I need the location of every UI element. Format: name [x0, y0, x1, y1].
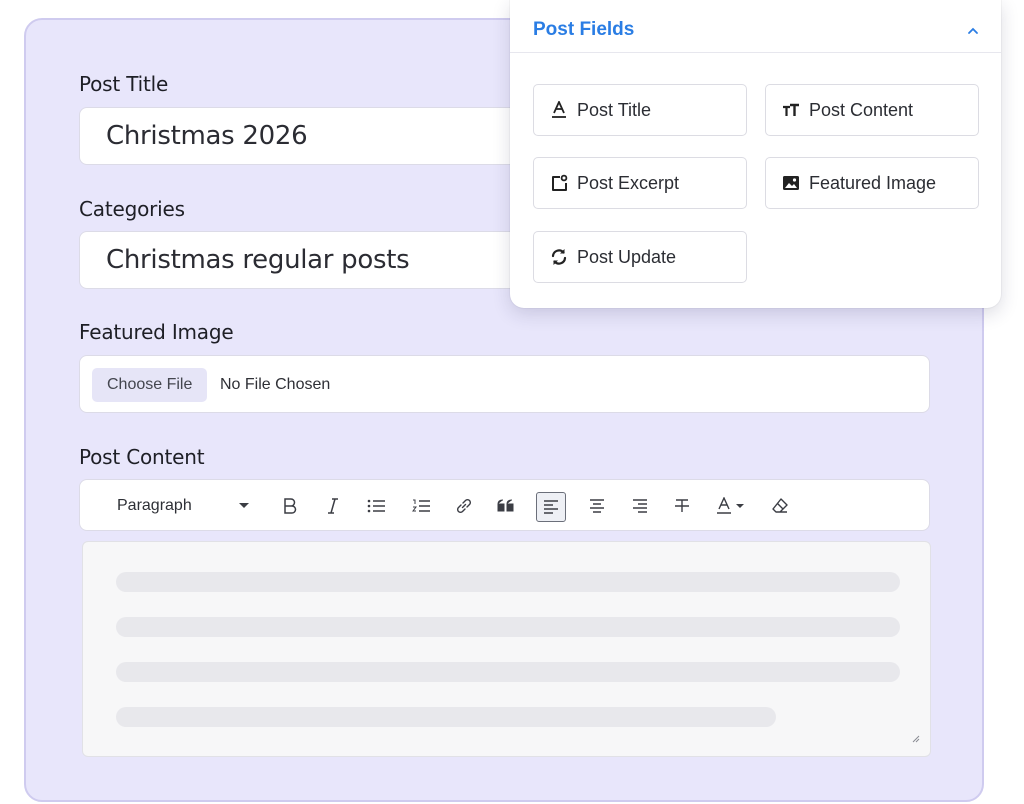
categories-label: Categories: [79, 197, 185, 221]
no-file-text: No File Chosen: [220, 376, 331, 393]
clear-format-icon[interactable]: [768, 480, 792, 532]
post-excerpt-field-button[interactable]: Post Excerpt: [533, 157, 747, 209]
placeholder-line: [116, 572, 900, 592]
post-content-field-label: Post Content: [809, 99, 914, 120]
placeholder-line: [116, 662, 900, 682]
chevron-down-icon[interactable]: [232, 480, 256, 532]
italic-icon[interactable]: [321, 480, 345, 532]
post-title-label: Post Title: [79, 72, 169, 96]
link-icon[interactable]: [452, 480, 476, 532]
panel-header[interactable]: Post Fields: [510, 0, 1001, 53]
featured-image-field-button[interactable]: Featured Image: [765, 157, 979, 209]
text-underline-icon: [549, 100, 569, 120]
panel-title: Post Fields: [533, 19, 635, 40]
text-color-icon[interactable]: [715, 480, 751, 532]
post-excerpt-field-label: Post Excerpt: [577, 172, 680, 193]
paragraph-format-select[interactable]: Paragraph: [117, 480, 192, 532]
blockquote-icon[interactable]: [494, 480, 518, 532]
sync-icon: [549, 247, 569, 267]
choose-file-button[interactable]: Choose File: [92, 368, 208, 402]
chevron-up-icon[interactable]: [967, 22, 979, 40]
featured-image-field-label: Featured Image: [809, 172, 937, 193]
post-content-field-button[interactable]: Post Content: [765, 84, 979, 136]
resize-handle-icon[interactable]: [912, 730, 920, 748]
text-size-icon: [781, 100, 801, 120]
post-title-field-button[interactable]: Post Title: [533, 84, 747, 136]
post-content-label: Post Content: [79, 445, 205, 469]
post-content-editor[interactable]: [82, 541, 931, 757]
post-title-field-label: Post Title: [577, 99, 652, 120]
align-left-icon[interactable]: [536, 492, 566, 522]
align-right-icon[interactable]: [628, 480, 652, 532]
post-update-field-label: Post Update: [577, 246, 677, 267]
post-fields-panel: Post Fields Post Title Post Content Post…: [510, 0, 1001, 308]
strikethrough-icon[interactable]: [670, 480, 694, 532]
featured-image-label: Featured Image: [79, 320, 234, 344]
bulleted-list-icon[interactable]: [364, 480, 388, 532]
excerpt-icon: [549, 173, 569, 193]
bold-icon[interactable]: [278, 480, 302, 532]
featured-image-file-input: Choose File No File Chosen: [79, 355, 930, 413]
editor-toolbar: Paragraph: [79, 479, 930, 531]
align-center-icon[interactable]: [585, 480, 609, 532]
placeholder-line: [116, 707, 776, 727]
numbered-list-icon[interactable]: [409, 480, 433, 532]
image-icon: [781, 173, 801, 193]
placeholder-line: [116, 617, 900, 637]
post-update-field-button[interactable]: Post Update: [533, 231, 747, 283]
